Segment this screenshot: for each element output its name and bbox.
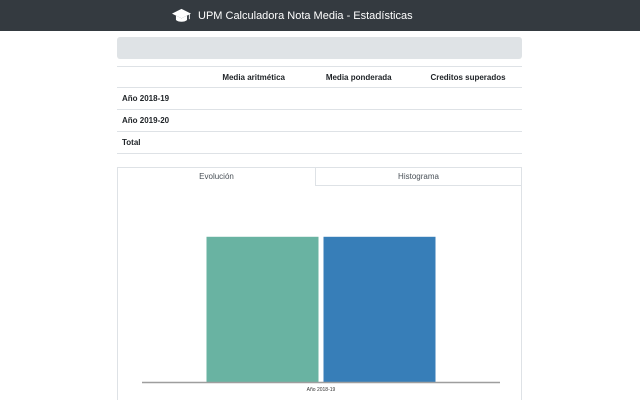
table-row: Total (117, 131, 522, 154)
table-header-row: Media aritmética Media ponderada Credito… (117, 66, 522, 88)
cell-media-aritmetica (203, 131, 304, 154)
tab-evolucion[interactable]: Evolución (117, 168, 316, 186)
cell-creditos-superados (414, 87, 522, 110)
app-title: UPM Calculadora Nota Media - Estadística… (198, 10, 413, 22)
bar-series-2 (323, 236, 436, 382)
table-row: Año 2019-20 (117, 109, 522, 132)
cell-media-ponderada (303, 109, 415, 132)
row-label: Año 2019-20 (117, 109, 204, 132)
row-label: Total (117, 131, 204, 154)
info-banner (117, 37, 522, 59)
cell-media-ponderada (303, 87, 415, 110)
bar-series-1 (206, 236, 319, 382)
cell-media-ponderada (303, 131, 415, 154)
table-row: Año 2018-19 (117, 87, 522, 110)
navbar: UPM Calculadora Nota Media - Estadística… (0, 0, 640, 31)
cell-media-aritmetica (203, 109, 304, 132)
graduation-cap-icon (172, 8, 191, 22)
cell-creditos-superados (414, 109, 522, 132)
column-header-creditos-superados: Creditos superados (414, 66, 522, 88)
cell-media-aritmetica (203, 87, 304, 110)
column-header-media-aritmetica: Media aritmética (203, 66, 304, 88)
row-label: Año 2018-19 (117, 87, 204, 110)
brand[interactable]: UPM Calculadora Nota Media - Estadística… (172, 7, 413, 25)
column-header-empty (117, 66, 204, 88)
x-tick-label: Año 2018-19 (307, 387, 336, 393)
column-header-media-ponderada: Media ponderada (303, 66, 415, 88)
cell-creditos-superados (414, 131, 522, 154)
tab-histograma[interactable]: Histograma (316, 168, 522, 186)
chart-tabs: Evolución Histograma (117, 167, 522, 186)
evolution-chart: Año 2018-19 (142, 236, 500, 393)
chart-panel: Año 2018-19 (117, 185, 522, 400)
stats-table: Media aritmética Media ponderada Credito… (117, 66, 522, 154)
